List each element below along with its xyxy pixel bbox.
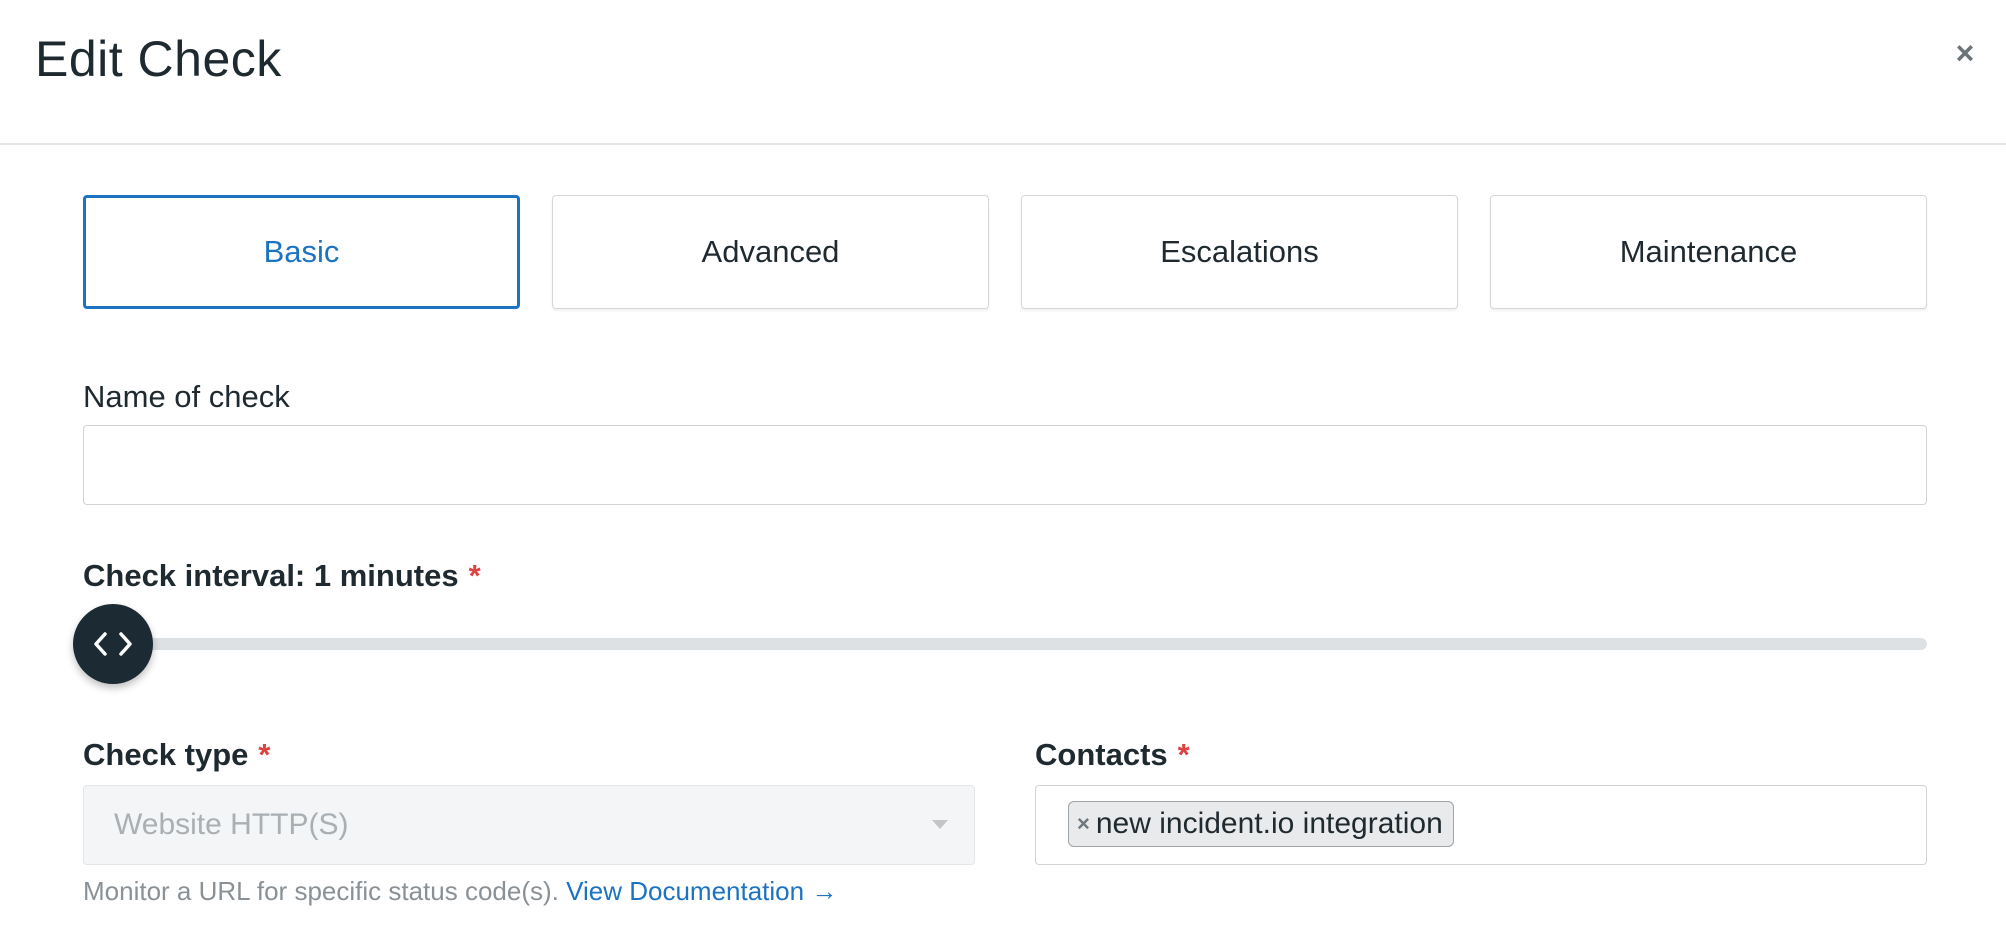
required-marker: *	[468, 558, 481, 593]
contacts-text: Contacts	[1035, 737, 1168, 772]
chevron-left-right-icon	[94, 632, 132, 656]
check-type-help: Monitor a URL for specific status code(s…	[83, 876, 837, 907]
name-of-check-label: Name of check	[83, 379, 290, 414]
check-interval-text: Check interval: 1 minutes	[83, 558, 459, 593]
help-text: Monitor a URL for specific status code(s…	[83, 876, 559, 906]
tab-advanced[interactable]: Advanced	[552, 195, 989, 309]
tab-bar: Basic Advanced Escalations Maintenance	[83, 195, 1927, 309]
check-type-select[interactable]: Website HTTP(S)	[83, 785, 975, 865]
contacts-label: Contacts *	[1035, 737, 1190, 773]
tab-maintenance[interactable]: Maintenance	[1490, 195, 1927, 309]
tab-escalations[interactable]: Escalations	[1021, 195, 1458, 309]
required-marker: *	[1177, 737, 1190, 772]
check-interval-label: Check interval: 1 minutes *	[83, 558, 481, 594]
interval-slider-track[interactable]	[100, 638, 1927, 650]
close-icon[interactable]: ×	[1950, 37, 1980, 69]
required-marker: *	[258, 737, 271, 772]
contacts-multiselect[interactable]: × new incident.io integration	[1035, 785, 1927, 865]
remove-icon[interactable]: ×	[1077, 811, 1090, 837]
contact-chip: × new incident.io integration	[1068, 801, 1454, 847]
check-type-value: Website HTTP(S)	[114, 808, 349, 841]
interval-slider-handle[interactable]	[73, 604, 153, 684]
check-type-text: Check type	[83, 737, 249, 772]
check-type-label: Check type *	[83, 737, 270, 773]
tab-basic[interactable]: Basic	[83, 195, 520, 309]
name-of-check-input[interactable]	[83, 425, 1927, 505]
modal-header: Edit Check ×	[0, 0, 2006, 145]
modal-title: Edit Check	[35, 31, 282, 87]
view-documentation-link[interactable]: View Documentation →	[566, 876, 837, 906]
caret-down-icon	[932, 820, 948, 829]
contact-chip-label: new incident.io integration	[1095, 807, 1443, 840]
